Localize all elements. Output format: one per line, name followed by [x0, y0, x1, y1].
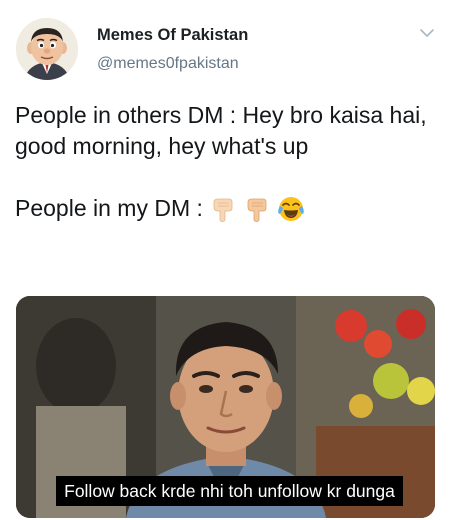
backhand-index-pointing-down-icon — [243, 195, 271, 223]
backhand-index-pointing-down-icon — [209, 195, 237, 223]
tweet-text-line-2-label: People in my DM : — [15, 195, 203, 221]
tweet-text-line-1: People in others DM : Hey bro kaisa hai,… — [15, 102, 427, 159]
author-handle[interactable]: @memes0fpakistan — [97, 55, 239, 73]
cartoon-face-avatar-icon — [16, 18, 78, 80]
meme-caption: Follow back krde nhi toh unfollow kr dun… — [40, 476, 419, 506]
tweet-menu-button[interactable] — [418, 24, 436, 42]
meme-caption-text: Follow back krde nhi toh unfollow kr dun… — [56, 476, 403, 506]
tweet-card: Memes Of Pakistan @memes0fpakistan Peopl… — [0, 0, 450, 520]
tweet-media-image[interactable]: Follow back krde nhi toh unfollow kr dun… — [16, 296, 435, 518]
tweet-text-line-2: People in my DM : — [15, 193, 435, 224]
face-with-tears-of-joy-icon — [277, 195, 305, 223]
author-display-name[interactable]: Memes Of Pakistan — [97, 26, 248, 45]
author-avatar[interactable] — [16, 18, 78, 80]
tweet-text: People in others DM : Hey bro kaisa hai,… — [15, 100, 435, 224]
chevron-down-icon — [420, 29, 434, 37]
